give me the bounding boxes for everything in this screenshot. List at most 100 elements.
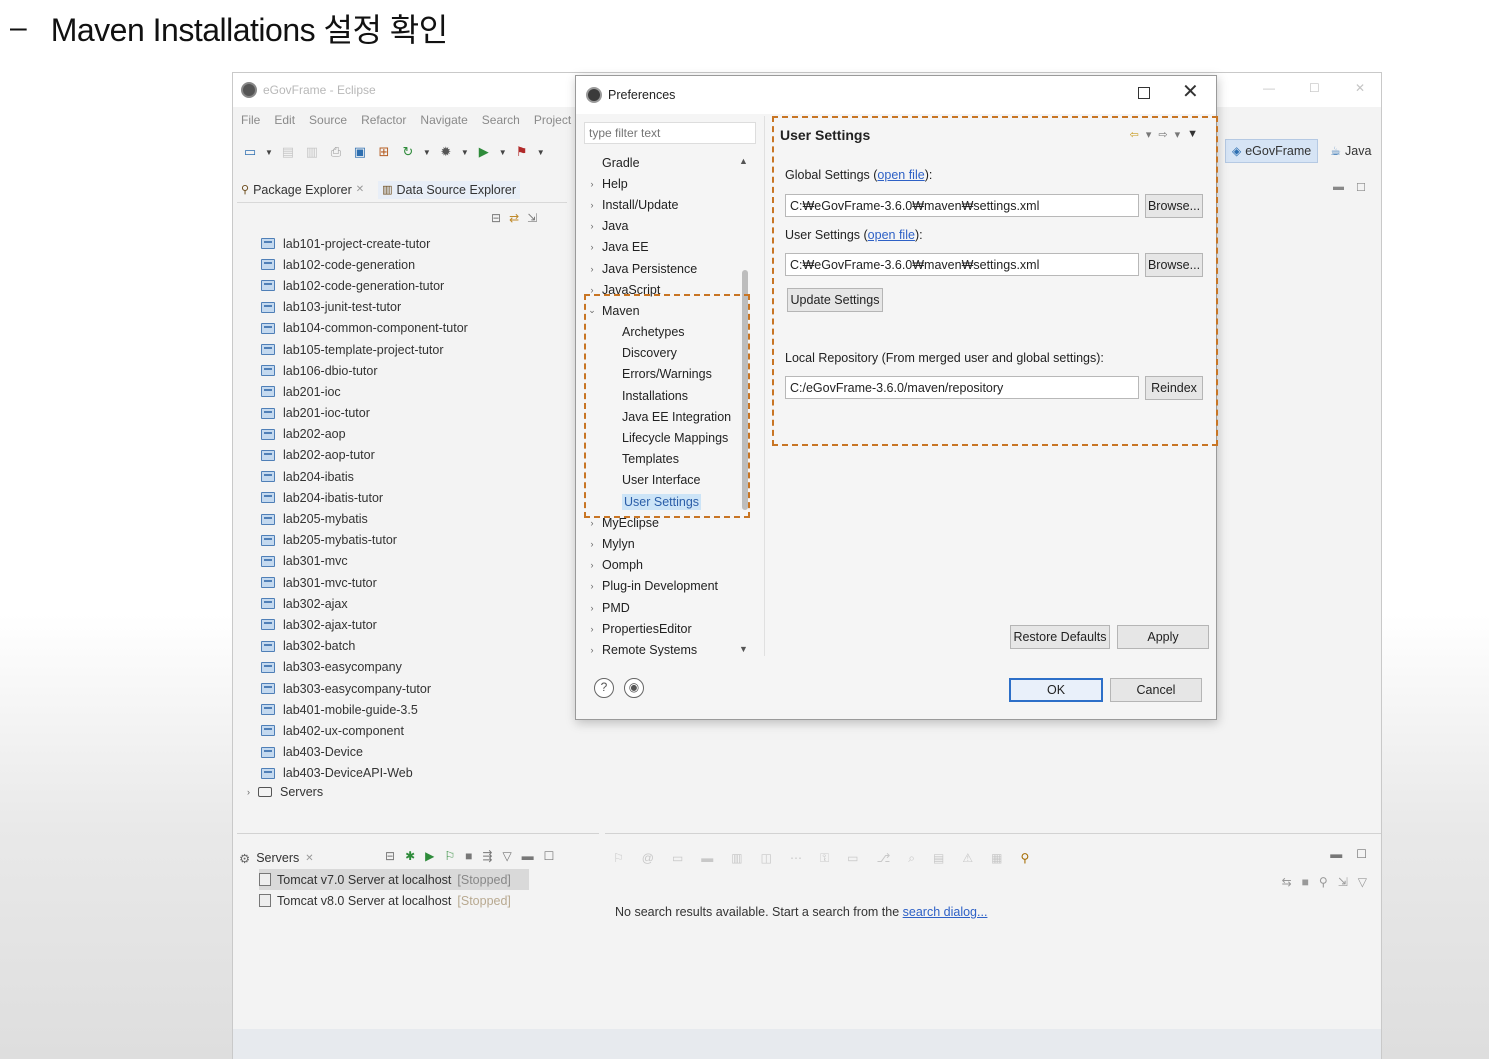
expand-chevron-icon[interactable]: ›	[582, 539, 602, 549]
server-row[interactable]: Tomcat v8.0 Server at localhost [Stopped…	[259, 890, 599, 911]
close-window-button[interactable]: ✕	[1355, 81, 1365, 95]
stop-server-icon[interactable]: ■	[465, 849, 472, 863]
expand-icon[interactable]: ⇲	[1338, 875, 1348, 889]
tree-item[interactable]: › PropertiesEditor	[582, 618, 758, 639]
project-row[interactable]: lab303-easycompany	[261, 657, 581, 678]
maximize-view-icon[interactable]: ☐	[1356, 181, 1366, 194]
project-row[interactable]: lab102-code-generation-tutor	[261, 275, 581, 296]
project-row[interactable]: lab401-mobile-guide-3.5	[261, 699, 581, 720]
progress-tab-icon[interactable]: ▥	[731, 851, 742, 865]
pin-icon[interactable]: ⚲	[1319, 875, 1328, 889]
bookmarks-tab-icon[interactable]: ⚿	[820, 851, 829, 866]
tree-item[interactable]: › Plug-in Development	[582, 576, 758, 597]
user-settings-field[interactable]	[785, 253, 1139, 276]
console-tab-icon[interactable]: ▬	[701, 851, 713, 865]
call-hierarchy-tab-icon[interactable]: ⌕	[908, 851, 915, 866]
project-row[interactable]: lab205-mybatis-tutor	[261, 530, 581, 551]
tree-item[interactable]: › Java	[582, 216, 758, 237]
refresh-dropdown-icon[interactable]: ▼	[423, 148, 431, 157]
debug-icon[interactable]: ✹	[437, 143, 455, 161]
menu-search[interactable]: Search	[482, 113, 520, 127]
generate-icon[interactable]: ⊞	[375, 143, 393, 161]
expand-chevron-icon[interactable]: ›	[582, 221, 602, 231]
save-icon[interactable]: ▤	[279, 143, 297, 161]
problems-tab-icon[interactable]: ⚐	[613, 851, 624, 865]
project-row[interactable]: lab403-DeviceAPI-Web	[261, 763, 581, 784]
restore-defaults-button[interactable]: Restore Defaults	[1010, 625, 1110, 649]
minimize-view-icon[interactable]: ▬	[1333, 181, 1344, 194]
view-menu-icon[interactable]: ▽	[502, 849, 511, 863]
project-row[interactable]: lab204-ibatis	[261, 466, 581, 487]
expand-chevron-icon[interactable]: ›	[582, 560, 602, 570]
minimize-view-icon[interactable]: ▬	[1330, 847, 1342, 861]
data-output-tab-icon[interactable]: ▦	[991, 851, 1002, 865]
expand-chevron-icon[interactable]: ›	[582, 264, 602, 274]
maximize-view-icon[interactable]: ☐	[1356, 847, 1367, 861]
properties-tab-icon[interactable]: ◫	[761, 851, 772, 865]
project-row[interactable]: lab303-easycompany-tutor	[261, 678, 581, 699]
project-row[interactable]: lab301-mvc	[261, 551, 581, 572]
tab-data-source-explorer[interactable]: ▥ Data Source Explorer	[378, 180, 521, 199]
menu-file[interactable]: File	[241, 113, 260, 127]
menu-refactor[interactable]: Refactor	[361, 113, 406, 127]
project-row[interactable]: lab103-junit-test-tutor	[261, 297, 581, 318]
tab-package-explorer[interactable]: ⚲ Package Explorer ✕	[237, 181, 368, 199]
minimize-button[interactable]: —	[1263, 81, 1275, 95]
tree-item[interactable]: › Help	[582, 173, 758, 194]
project-row[interactable]: lab202-aop-tutor	[261, 445, 581, 466]
menu-edit[interactable]: Edit	[274, 113, 295, 127]
external-tools-icon[interactable]: ⚑	[513, 143, 531, 161]
tree-item[interactable]: › Java Persistence	[582, 258, 758, 279]
project-row[interactable]: lab403-Device	[261, 742, 581, 763]
error-log-tab-icon[interactable]: ⚠	[962, 851, 973, 865]
server-row[interactable]: Tomcat v7.0 Server at localhost [Stopped…	[259, 869, 529, 890]
close-icon[interactable]: ✕	[1182, 82, 1199, 102]
project-row[interactable]: lab301-mvc-tutor	[261, 572, 581, 593]
expand-chevron-icon[interactable]: ›	[247, 787, 250, 797]
tree-item[interactable]: › Oomph	[582, 555, 758, 576]
publish-icon[interactable]: ⇶	[482, 849, 492, 863]
view-menu-icon[interactable]: ⇲	[527, 211, 537, 225]
run-dropdown-icon[interactable]: ▼	[499, 148, 507, 157]
search-dialog-link[interactable]: search dialog...	[903, 905, 988, 919]
history-tab-icon[interactable]: ⎇	[876, 851, 890, 865]
new-icon[interactable]: ▭	[241, 143, 259, 161]
search-action-icon[interactable]: ⇆	[1282, 875, 1292, 889]
open-global-file-link[interactable]: open file	[877, 168, 924, 182]
servers-folder-row[interactable]: › Servers	[247, 785, 323, 799]
maximize-button[interactable]: ☐	[1309, 81, 1320, 95]
scroll-up-icon[interactable]: ▲	[739, 156, 748, 166]
expand-chevron-icon[interactable]: ›	[582, 242, 602, 252]
open-user-file-link[interactable]: open file	[868, 228, 915, 242]
tree-item[interactable]: Gradle	[582, 152, 758, 173]
tasks-tab-icon[interactable]: ⋯	[790, 851, 802, 865]
menu-navigate[interactable]: Navigate	[420, 113, 467, 127]
menu-source[interactable]: Source	[309, 113, 347, 127]
close-tab-icon[interactable]: ✕	[356, 184, 364, 195]
view-menu-icon[interactable]: ▽	[1358, 875, 1367, 889]
start-server-icon[interactable]: ▶	[425, 849, 434, 863]
print-icon[interactable]: ⎙	[327, 143, 345, 161]
run-icon[interactable]: ▶	[475, 143, 493, 161]
expand-chevron-icon[interactable]: ›	[582, 179, 602, 189]
expand-chevron-icon[interactable]: ›	[582, 624, 602, 634]
project-row[interactable]: lab202-aop	[261, 424, 581, 445]
link-with-editor-icon[interactable]: ⇄	[509, 211, 519, 225]
declaration-tab-icon[interactable]: ▭	[672, 851, 683, 865]
tree-item[interactable]: › Install/Update	[582, 194, 758, 215]
import-export-icon[interactable]: ◉	[624, 678, 644, 698]
new-dropdown-icon[interactable]: ▼	[265, 148, 273, 157]
project-row[interactable]: lab402-ux-component	[261, 720, 581, 741]
global-settings-field[interactable]	[785, 194, 1139, 217]
project-row[interactable]: lab205-mybatis	[261, 508, 581, 529]
close-tab-icon[interactable]: ✕	[305, 853, 313, 864]
project-row[interactable]: lab101-project-create-tutor	[261, 233, 581, 254]
perspective-java[interactable]: ☕ Java	[1324, 140, 1377, 162]
external-tools-dropdown-icon[interactable]: ▼	[537, 148, 545, 157]
help-icon[interactable]: ?	[594, 678, 614, 698]
ok-button[interactable]: OK	[1009, 678, 1103, 702]
expand-chevron-icon[interactable]: ›	[582, 645, 602, 655]
perspective-egovframe[interactable]: ◈ eGovFrame	[1225, 139, 1319, 163]
tree-item[interactable]: › Remote Systems	[582, 639, 758, 656]
collapse-icon[interactable]: ⊟	[385, 849, 395, 863]
